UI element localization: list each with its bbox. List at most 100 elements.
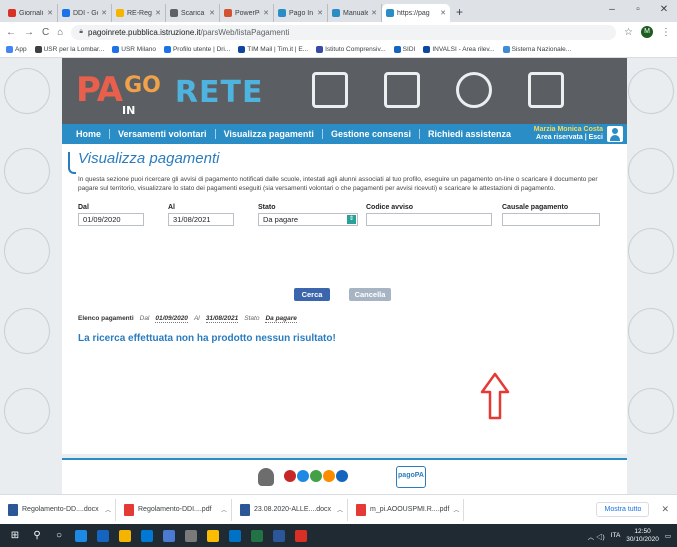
bookmark-item[interactable]: Sistema Nazionale... bbox=[502, 46, 571, 53]
tab-title: https://pag bbox=[397, 9, 430, 17]
pdf-app-icon[interactable] bbox=[294, 529, 308, 543]
chevron-up-icon[interactable]: ︿ bbox=[105, 505, 111, 514]
tab-title: Pago In Ret bbox=[289, 9, 314, 17]
miur-logo bbox=[284, 470, 348, 482]
clear-button[interactable]: Cancella bbox=[349, 288, 391, 301]
minimize-button[interactable]: – bbox=[599, 0, 625, 20]
summary-stato-label: Stato bbox=[244, 315, 260, 322]
search-icon[interactable]: ⚲ bbox=[30, 529, 44, 543]
chevron-up-icon[interactable]: ︿ bbox=[453, 505, 459, 514]
browser-tab[interactable]: DDI - Googl✕ bbox=[58, 4, 112, 22]
tab-close-icon[interactable]: ✕ bbox=[440, 9, 446, 17]
mail-app-icon[interactable] bbox=[140, 529, 154, 543]
chevron-up-icon[interactable]: ︿ bbox=[337, 505, 343, 514]
stato-selected-value: Da pagare bbox=[263, 215, 299, 224]
tab-close-icon[interactable]: ✕ bbox=[47, 9, 53, 17]
bookmark-star-icon[interactable]: ☆ bbox=[624, 27, 633, 38]
tab-title: PowerPoint bbox=[235, 9, 260, 17]
reload-icon[interactable]: C bbox=[42, 27, 49, 38]
tab-close-icon[interactable]: ✕ bbox=[317, 9, 323, 17]
title-decoration bbox=[68, 152, 76, 174]
home-icon[interactable]: ⌂ bbox=[57, 27, 63, 38]
pago-in-rete-logo[interactable]: PA GO IN RETE bbox=[76, 70, 263, 117]
chrome-app-icon[interactable] bbox=[206, 529, 220, 543]
close-shelf-icon[interactable]: ✕ bbox=[653, 504, 677, 515]
tab-close-icon[interactable]: ✕ bbox=[371, 9, 377, 17]
bookmark-favicon-icon bbox=[502, 46, 510, 53]
bookmark-item[interactable]: Istituto Comprensiv... bbox=[316, 46, 386, 53]
bookmark-item[interactable]: USR per la Lombar... bbox=[34, 46, 104, 53]
bookmark-favicon-icon bbox=[6, 46, 13, 53]
download-item[interactable]: 23.08.2020-ALLE....docx ︿ bbox=[236, 498, 348, 521]
nav-richiedi-assistenza[interactable]: Richiedi assistenza bbox=[420, 129, 519, 139]
cortana-icon[interactable]: ○ bbox=[52, 529, 66, 543]
causale-input[interactable] bbox=[502, 213, 600, 226]
tab-favicon-icon bbox=[170, 9, 178, 17]
excel-app-icon[interactable] bbox=[250, 529, 264, 543]
browser-tab[interactable]: Pago In Ret✕ bbox=[274, 4, 328, 22]
profile-avatar[interactable]: M bbox=[641, 26, 653, 38]
user-icon[interactable] bbox=[607, 126, 623, 142]
new-tab-button[interactable]: + bbox=[456, 5, 463, 19]
store-app-icon[interactable] bbox=[96, 529, 110, 543]
bookmark-item[interactable]: USR Milano bbox=[112, 46, 156, 53]
forward-icon[interactable]: → bbox=[24, 27, 34, 38]
tab-close-icon[interactable]: ✕ bbox=[263, 9, 269, 17]
back-icon[interactable]: ← bbox=[6, 27, 16, 38]
bookmark-item[interactable]: INVALSI - Area rilev... bbox=[423, 46, 495, 53]
al-date-input[interactable]: 31/08/2021 bbox=[168, 213, 234, 226]
browser-tab[interactable]: Giornali 30✕ bbox=[4, 4, 58, 22]
maps-app-icon[interactable] bbox=[184, 529, 198, 543]
url-field[interactable]: 🔒︎ pagoinrete.pubblica.istruzione.it/par… bbox=[71, 24, 617, 40]
page-title: Visualizza pagamenti bbox=[78, 150, 220, 167]
menu-dots-icon[interactable]: ⋮ bbox=[661, 27, 671, 38]
chevron-up-icon[interactable]: ︿ bbox=[221, 505, 227, 514]
download-item[interactable]: Regolamento-DDI....pdf ︿ bbox=[120, 498, 232, 521]
bookmark-item[interactable]: TIM Mail | Tim.it | E... bbox=[238, 46, 308, 53]
dal-label: Dal bbox=[78, 204, 89, 211]
edge-app-icon[interactable] bbox=[74, 529, 88, 543]
nav-home[interactable]: Home bbox=[68, 129, 111, 139]
search-button[interactable]: Cerca bbox=[294, 288, 330, 301]
notifications-icon[interactable]: ▭ bbox=[665, 532, 671, 540]
bookmark-item[interactable]: Profilo utente | Dri... bbox=[163, 46, 230, 53]
nav-visualizza-pagamenti[interactable]: Visualizza pagamenti bbox=[216, 129, 323, 139]
tab-close-icon[interactable]: ✕ bbox=[155, 9, 161, 17]
browser-tab[interactable]: Manuale pe✕ bbox=[328, 4, 382, 22]
school-building-icon bbox=[384, 72, 420, 108]
tab-close-icon[interactable]: ✕ bbox=[101, 9, 107, 17]
download-item[interactable]: m_pi.AOOUSPMI.R....pdf ︿ bbox=[352, 498, 464, 521]
close-window-button[interactable]: ✕ bbox=[651, 0, 677, 20]
nav-gestione-consensi[interactable]: Gestione consensi bbox=[323, 129, 420, 139]
canteen-plate-icon bbox=[456, 72, 492, 108]
clock[interactable]: 12:50 30/10/2020 bbox=[626, 528, 659, 544]
browser-tab[interactable]: RE-Registro✕ bbox=[112, 4, 166, 22]
summary-stato-value: Da pagare bbox=[265, 315, 297, 323]
maximize-button[interactable]: ▫ bbox=[625, 0, 651, 20]
browser-tab[interactable]: https://pag ✕ bbox=[382, 4, 450, 22]
language-indicator[interactable]: ITA bbox=[611, 532, 621, 539]
tab-close-icon[interactable]: ✕ bbox=[209, 9, 215, 17]
dal-date-input[interactable]: 01/09/2020 bbox=[78, 213, 144, 226]
user-links[interactable]: Area riservata | Esci bbox=[534, 134, 603, 142]
codice-avviso-input[interactable] bbox=[366, 213, 492, 226]
codice-avviso-label: Codice avviso bbox=[366, 204, 414, 211]
outlook-app-icon[interactable] bbox=[228, 529, 242, 543]
windows-start-icon[interactable]: ⊞ bbox=[8, 529, 22, 543]
photos-app-icon[interactable] bbox=[162, 529, 176, 543]
bookmark-item[interactable]: App bbox=[6, 46, 27, 53]
bookmark-item[interactable]: SIDI bbox=[393, 46, 415, 53]
browser-tab[interactable]: PowerPoint✕ bbox=[220, 4, 274, 22]
word-app-icon[interactable] bbox=[272, 529, 286, 543]
show-all-button[interactable]: Mostra tutto bbox=[596, 502, 650, 517]
tray-arrows-icon[interactable]: ︿ ◁) bbox=[588, 531, 605, 541]
explorer-app-icon[interactable] bbox=[118, 529, 132, 543]
url-path: /parsWeb/listaPagamenti bbox=[200, 27, 290, 37]
download-item[interactable]: Regolamento-DD....docx ︿ bbox=[4, 498, 116, 521]
tab-favicon-icon bbox=[116, 9, 124, 17]
browser-tab[interactable]: Scarica file✕ bbox=[166, 4, 220, 22]
window-controls: – ▫ ✕ bbox=[599, 0, 677, 20]
site-banner: PA GO IN RETE bbox=[62, 58, 627, 126]
nav-versamenti-volontari[interactable]: Versamenti volontari bbox=[110, 129, 216, 139]
stato-select[interactable]: Da pagare ⇕ bbox=[258, 213, 358, 226]
